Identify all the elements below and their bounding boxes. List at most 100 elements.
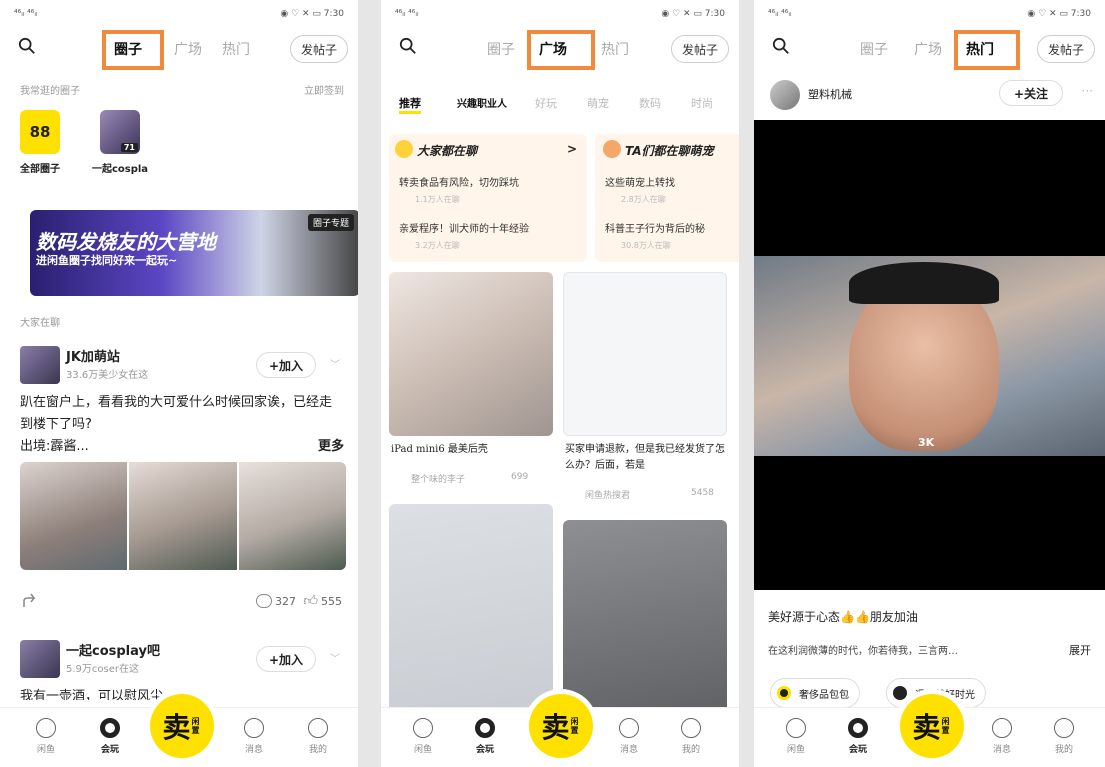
tab-hot[interactable]: 热门 [966, 39, 994, 59]
home-icon [786, 718, 806, 738]
tag-pill[interactable]: 奢侈品包包 [770, 678, 860, 708]
group-members: 33.6万美少女在这 [66, 370, 149, 381]
chevron-down-icon[interactable]: ﹀ [330, 650, 340, 665]
item-caption[interactable]: iPad mini6 最美后壳 [391, 442, 551, 458]
subtab-interest[interactable]: 兴趣职业人 [457, 95, 507, 110]
photo[interactable] [129, 462, 237, 570]
bottle-photo[interactable] [389, 504, 553, 724]
post-title[interactable]: 美好源于心态👍👍朋友加油 [768, 608, 918, 625]
item-likes: 5458 [691, 488, 714, 498]
sell-button[interactable]: 卖闲置 [150, 694, 214, 758]
card-topic[interactable]: 转卖食品有风险，切勿踩坑 [399, 174, 519, 189]
tab-circles[interactable]: 圈子 [114, 39, 142, 59]
avatar[interactable] [20, 640, 60, 678]
nav-home[interactable]: 闲鱼 [776, 718, 816, 755]
more-icon[interactable]: ··· [1082, 84, 1093, 98]
screenshot-photo[interactable] [563, 272, 727, 436]
card-topic-count: 2.8万人在聊 [621, 195, 666, 204]
card-topic[interactable]: 亲爱程序！训犬师的十年经验 [399, 220, 529, 235]
user-name[interactable]: 塑料机械 [808, 86, 852, 102]
expand-link[interactable]: 展开 [1069, 642, 1091, 658]
checkin-link[interactable]: 立即签到 [304, 82, 344, 97]
subtab-fashion[interactable]: 时尚 [691, 95, 713, 111]
photo[interactable] [20, 462, 128, 570]
chevron-down-icon[interactable]: ﹀ [330, 356, 340, 371]
post-photos[interactable] [20, 462, 346, 570]
nav-messages[interactable]: 消息 [982, 718, 1022, 755]
item-caption[interactable]: 买家申请退款，但是我已经发货了怎么办？后面，若是 [565, 442, 727, 474]
topic-card[interactable]: TA们都在聊萌宠 这些萌宠上转找 2.8万人在聊 科普王子行为背后的秘 30.8… [595, 134, 739, 262]
sell-label: 卖 [541, 711, 570, 744]
nav-play[interactable]: 会玩 [838, 718, 878, 755]
join-button[interactable]: +加入 [256, 646, 316, 672]
topic-card[interactable]: 大家都在聊 > 转卖食品有风险，切勿踩坑 1.1万人在聊 亲爱程序！训犬师的十年… [389, 134, 587, 262]
tab-hot[interactable]: 热门 [601, 39, 629, 59]
avatar[interactable] [20, 346, 60, 384]
share-icon[interactable] [22, 592, 40, 610]
card-topic-count: 1.1万人在聊 [415, 195, 460, 204]
post-button[interactable]: 发帖子 [671, 35, 729, 63]
nav-play[interactable]: 会玩 [90, 718, 130, 755]
search-icon[interactable] [772, 37, 790, 55]
subtab-recommend[interactable]: 推荐 [399, 95, 421, 114]
follow-button[interactable]: +关注 [999, 80, 1063, 106]
post-text[interactable]: 趴在窗户上，看看我的大可爱什么时候回家诶，已经走到楼下了吗? [20, 392, 344, 436]
tab-circles[interactable]: 圈子 [860, 39, 888, 59]
watermark-label: 3K [918, 436, 935, 449]
sell-sub-label: 闲置 [941, 717, 950, 735]
cosplay-circle-label: 一起cospla [91, 164, 149, 175]
cosplay-circle-item[interactable]: 71 一起cospla [90, 110, 150, 175]
search-icon[interactable] [18, 37, 36, 55]
post-button[interactable]: 发帖子 [1037, 35, 1095, 63]
card-title: TA们都在聊萌宠 [625, 144, 714, 158]
all-circles-item[interactable]: 88 全部圈子 [18, 110, 62, 175]
tab-square[interactable]: 广场 [174, 39, 202, 59]
chatting-heading: 大家在聊 [20, 318, 60, 329]
nav-play[interactable]: 会玩 [465, 718, 505, 755]
post-button[interactable]: 发帖子 [290, 35, 348, 63]
sell-button[interactable]: 卖闲置 [529, 694, 593, 758]
sell-button[interactable]: 卖闲置 [900, 694, 964, 758]
chevron-right-icon[interactable]: > [567, 142, 577, 156]
thumbs-up-icon[interactable]: 👍︎ [303, 592, 318, 609]
nav-messages[interactable]: 消息 [609, 718, 649, 755]
tab-circles[interactable]: 圈子 [487, 39, 515, 59]
comment-icon[interactable] [256, 594, 272, 608]
phone-circles-screen: ⁴⁶ᵢₗ ⁴⁶ᵢₗ ◉ ♡ ✕ ▭ 7:30 圈子 广场 热门 发帖子 我常逛的… [0, 0, 358, 767]
message-icon [992, 718, 1012, 738]
nav-me[interactable]: 我的 [671, 718, 711, 755]
video-player[interactable]: 3K [754, 120, 1105, 590]
tab-square[interactable]: 广场 [914, 39, 942, 59]
message-icon [244, 718, 264, 738]
promo-banner[interactable]: 圈子专题 数码发烧友的大营地 进闲鱼圈子找同好来一起玩~ [30, 210, 358, 296]
phone-photo[interactable] [563, 520, 727, 720]
subtab-fun[interactable]: 好玩 [535, 95, 557, 111]
subtab-digital[interactable]: 数码 [639, 95, 661, 111]
group-name[interactable]: 一起cosplay吧 [66, 640, 160, 659]
nav-messages[interactable]: 消息 [234, 718, 274, 755]
nav-home[interactable]: 闲鱼 [26, 718, 66, 755]
sell-sub-label: 闲置 [191, 717, 200, 735]
tab-square[interactable]: 广场 [539, 39, 567, 59]
hashtag-icon [893, 686, 907, 700]
nav-me[interactable]: 我的 [298, 718, 338, 755]
nav-home[interactable]: 闲鱼 [403, 718, 443, 755]
group-name[interactable]: JK加萌站 [66, 346, 120, 365]
my-circles-heading: 我常逛的圈子 [20, 86, 80, 97]
nav-me[interactable]: 我的 [1044, 718, 1084, 755]
more-link[interactable]: 更多 [318, 436, 344, 458]
avatar[interactable] [770, 80, 800, 110]
home-icon [36, 718, 56, 738]
search-icon[interactable] [399, 37, 417, 55]
signal-indicator: ⁴⁶ᵢₗ ⁴⁶ᵢₗ [768, 9, 792, 19]
tab-hot[interactable]: 热门 [222, 39, 250, 59]
group-members: 5.9万coser在这 [66, 664, 139, 675]
post-extra: 出境:霹酱... [20, 439, 89, 454]
join-button[interactable]: +加入 [256, 352, 316, 378]
photo[interactable] [238, 462, 346, 570]
card-topic[interactable]: 这些萌宠上转找 [605, 174, 675, 189]
subtab-pets[interactable]: 萌宠 [587, 95, 609, 111]
phone-hot-screen: ⁴⁶ᵢₗ ⁴⁶ᵢₗ ◉ ♡ ✕ ▭ 7:30 圈子 广场 热门 发帖子 塑料机械… [754, 0, 1105, 767]
card-topic[interactable]: 科普王子行为背后的秘 [605, 220, 705, 235]
ipad-photo[interactable] [389, 272, 553, 436]
